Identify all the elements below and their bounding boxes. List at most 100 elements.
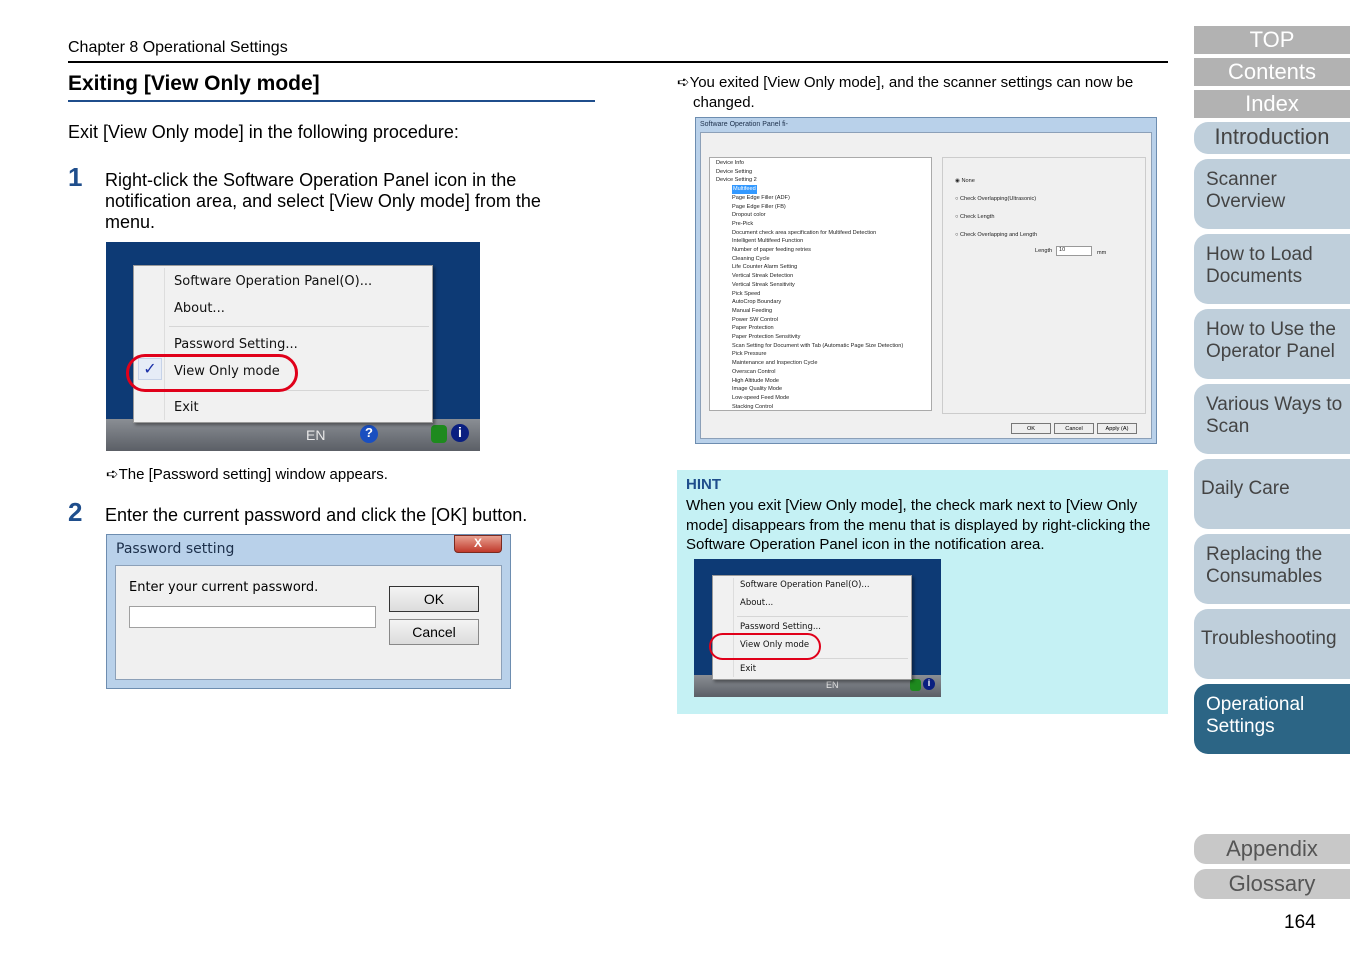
sidebar-item-introduction[interactable]: Introduction (1194, 122, 1350, 154)
menu-item-password-setting[interactable]: Password Setting... (174, 337, 298, 352)
sidebar-item-operational-settings[interactable]: Operational Settings (1194, 684, 1350, 754)
radio-label: Check Length (959, 214, 995, 220)
sidebar-item-troubleshooting[interactable]: Troubleshooting (1194, 609, 1350, 679)
nav-index[interactable]: Index (1194, 90, 1350, 118)
tree-item[interactable]: High Altitude Mode (732, 377, 925, 386)
dialog-title: Password setting (116, 541, 235, 557)
tree-item[interactable]: Dropout color (732, 211, 925, 220)
tree-item[interactable]: Device Setting (716, 168, 925, 177)
sidebar-item-scanner-overview[interactable]: Scanner Overview (1194, 159, 1350, 229)
ok-button[interactable]: OK (389, 586, 479, 612)
tray-language: EN (826, 680, 839, 690)
header-rule (68, 61, 1168, 63)
nav-glossary[interactable]: Glossary (1194, 869, 1350, 899)
nav-appendix[interactable]: Appendix (1194, 834, 1350, 864)
hint-menu-screenshot: EN i Software Operation Panel(O)... Abou… (694, 559, 941, 697)
tree-item[interactable]: Paper Protection Sensitivity (732, 333, 925, 342)
tree-item[interactable]: Pick Speed (732, 290, 925, 299)
password-dialog: Password setting X Enter your current pa… (106, 534, 511, 689)
tree-item[interactable]: Power SW Control (732, 316, 925, 325)
tree-item[interactable]: Life Counter Alarm Setting (732, 263, 925, 272)
tree-item[interactable]: Multifeed (732, 185, 757, 194)
menu-item-exit: Exit (740, 664, 757, 674)
tree-item[interactable]: Scan Setting for Document with Tab (Auto… (732, 342, 925, 351)
hint-heading: HINT (686, 476, 721, 493)
context-menu-screenshot: EN ? i Software Operation Panel(O)... Ab… (106, 242, 480, 451)
help-icon: ? (360, 425, 378, 443)
tree-item[interactable]: Image Quality Mode (732, 385, 925, 394)
tree-item[interactable]: Cleaning Cycle (732, 255, 925, 264)
panel-title: Software Operation Panel fi- (700, 121, 788, 128)
password-label: Enter your current password. (129, 580, 319, 595)
highlight-oval (126, 354, 298, 392)
intro-text: Exit [View Only mode] in the following p… (68, 122, 459, 142)
sidebar-item-various-ways-to-scan[interactable]: Various Ways to Scan (1194, 384, 1350, 454)
chapter-header: Chapter 8 Operational Settings (68, 39, 288, 56)
page-title: Exiting [View Only mode] (68, 72, 320, 95)
tree-item[interactable]: Manual Feeding (732, 307, 925, 316)
info-icon: i (451, 424, 469, 442)
tree-item[interactable]: Document check area specification for Mu… (732, 229, 925, 238)
info-icon: i (923, 678, 935, 690)
context-menu: Software Operation Panel(O)... About... … (712, 575, 912, 680)
step-text: Right-click the Software Operation Panel… (105, 170, 541, 232)
nav-top[interactable]: TOP (1194, 26, 1350, 54)
length-label: Length (1035, 248, 1053, 254)
tree-item[interactable]: Device Info (716, 159, 925, 168)
software-operation-panel-icon[interactable] (431, 425, 447, 443)
title-underline (68, 100, 595, 102)
tree-item[interactable]: Stacking Control (732, 403, 925, 412)
panel-button[interactable]: Cancel (1054, 423, 1094, 434)
software-operation-panel-screenshot: Software Operation Panel fi- Device Info… (695, 117, 1157, 444)
page-number: 164 (1284, 912, 1316, 933)
tree-item[interactable]: Page Edge Filler (FB) (732, 203, 925, 212)
sidebar-item-daily-care[interactable]: Daily Care (1194, 459, 1350, 529)
tree-item[interactable]: Maintenance and Inspection Cycle (732, 359, 925, 368)
menu-item-exit[interactable]: Exit (174, 400, 199, 415)
tree-item[interactable]: Pick Pressure (732, 350, 925, 359)
tree-item[interactable]: Vertical Streak Sensitivity (732, 281, 925, 290)
step-number: 1 (68, 162, 83, 192)
tree-item[interactable]: Intelligent Multifeed Function (732, 237, 925, 246)
radio-label: Check Overlapping and Length (959, 232, 1038, 238)
tree-item[interactable]: Pre-Pick (732, 220, 925, 229)
tree-item[interactable]: Vertical Streak Detection (732, 272, 925, 281)
radio-label: Check Overlapping(Ultrasonic) (959, 196, 1037, 202)
radio-label: None (961, 178, 975, 184)
panel-button[interactable]: Apply (A) (1097, 423, 1137, 434)
close-button[interactable]: X (454, 535, 502, 553)
tree-item[interactable]: Page Edge Filler (ADF) (732, 194, 925, 203)
hint-text: When you exit [View Only mode], the chec… (686, 497, 1151, 553)
context-menu: Software Operation Panel(O)... About... … (133, 265, 433, 423)
radio-option[interactable]: ○ Check Overlapping(Ultrasonic) (955, 196, 1036, 202)
cancel-button[interactable]: Cancel (389, 619, 479, 645)
panel-button[interactable]: OK (1011, 423, 1051, 434)
result-text: You exited [View Only mode], and the sca… (689, 74, 1134, 111)
nav-contents[interactable]: Contents (1194, 58, 1350, 86)
menu-item-software-operation-panel: Software Operation Panel(O)... (740, 580, 870, 590)
step-text: Enter the current password and click the… (105, 505, 528, 525)
step-result: ➪The [Password setting] window appears. (106, 466, 388, 483)
menu-item-about[interactable]: About... (174, 301, 225, 316)
sidebar-item-replacing-the-consumables[interactable]: Replacing the Consumables (1194, 534, 1350, 604)
menu-item-software-operation-panel[interactable]: Software Operation Panel(O)... (174, 274, 372, 289)
menu-item-password-setting: Password Setting... (740, 622, 821, 632)
radio-option[interactable]: ○ Check Length (955, 214, 994, 220)
result-text: The [Password setting] window appears. (118, 466, 388, 483)
length-input[interactable]: 10 (1056, 246, 1092, 256)
sidebar-item-how-to-use-the-operator-panel[interactable]: How to Use the Operator Panel (1194, 309, 1350, 379)
radio-option[interactable]: ◉ None (955, 178, 975, 184)
tree-item[interactable]: Paper Protection (732, 324, 925, 333)
tree-item[interactable]: Overscan Control (732, 368, 925, 377)
settings-tree[interactable]: Device Info Device Setting Device Setting … (709, 157, 932, 411)
tree-item[interactable]: Device Setting 2 (716, 176, 925, 185)
tree-item[interactable]: AutoCrop Boundary (732, 298, 925, 307)
software-operation-panel-icon (910, 679, 921, 691)
password-input[interactable] (129, 606, 376, 628)
tree-item[interactable]: Number of paper feeding retries (732, 246, 925, 255)
sidebar-item-how-to-load-documents[interactable]: How to Load Documents (1194, 234, 1350, 304)
radio-option[interactable]: ○ Check Overlapping and Length (955, 232, 1037, 238)
hint-box: HINT When you exit [View Only mode], the… (677, 470, 1168, 714)
tree-item[interactable]: Low-speed Feed Mode (732, 394, 925, 403)
multifeed-options: ◉ None ○ Check Overlapping(Ultrasonic) ○ C… (942, 157, 1146, 414)
